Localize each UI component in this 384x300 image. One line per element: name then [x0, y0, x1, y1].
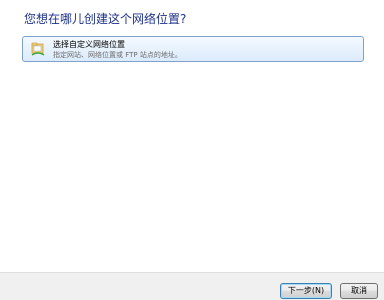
option-title: 选择自定义网络位置: [53, 40, 125, 49]
custom-network-location-option[interactable]: 选择自定义网络位置 指定网站、网络位置或 FTP 站点的地址。: [22, 36, 364, 62]
add-network-location-wizard: 您想在哪儿创建这个网络位置? 选择自定义网络位置 指定网站、网络位置或 FTP …: [0, 0, 384, 300]
option-description: 指定网站、网络位置或 FTP 站点的地址。: [53, 51, 182, 59]
folder-network-icon: [31, 41, 45, 57]
cancel-button[interactable]: 取消: [340, 283, 378, 299]
wizard-question-heading: 您想在哪儿创建这个网络位置?: [24, 12, 187, 26]
next-button[interactable]: 下一步(N): [280, 283, 332, 299]
